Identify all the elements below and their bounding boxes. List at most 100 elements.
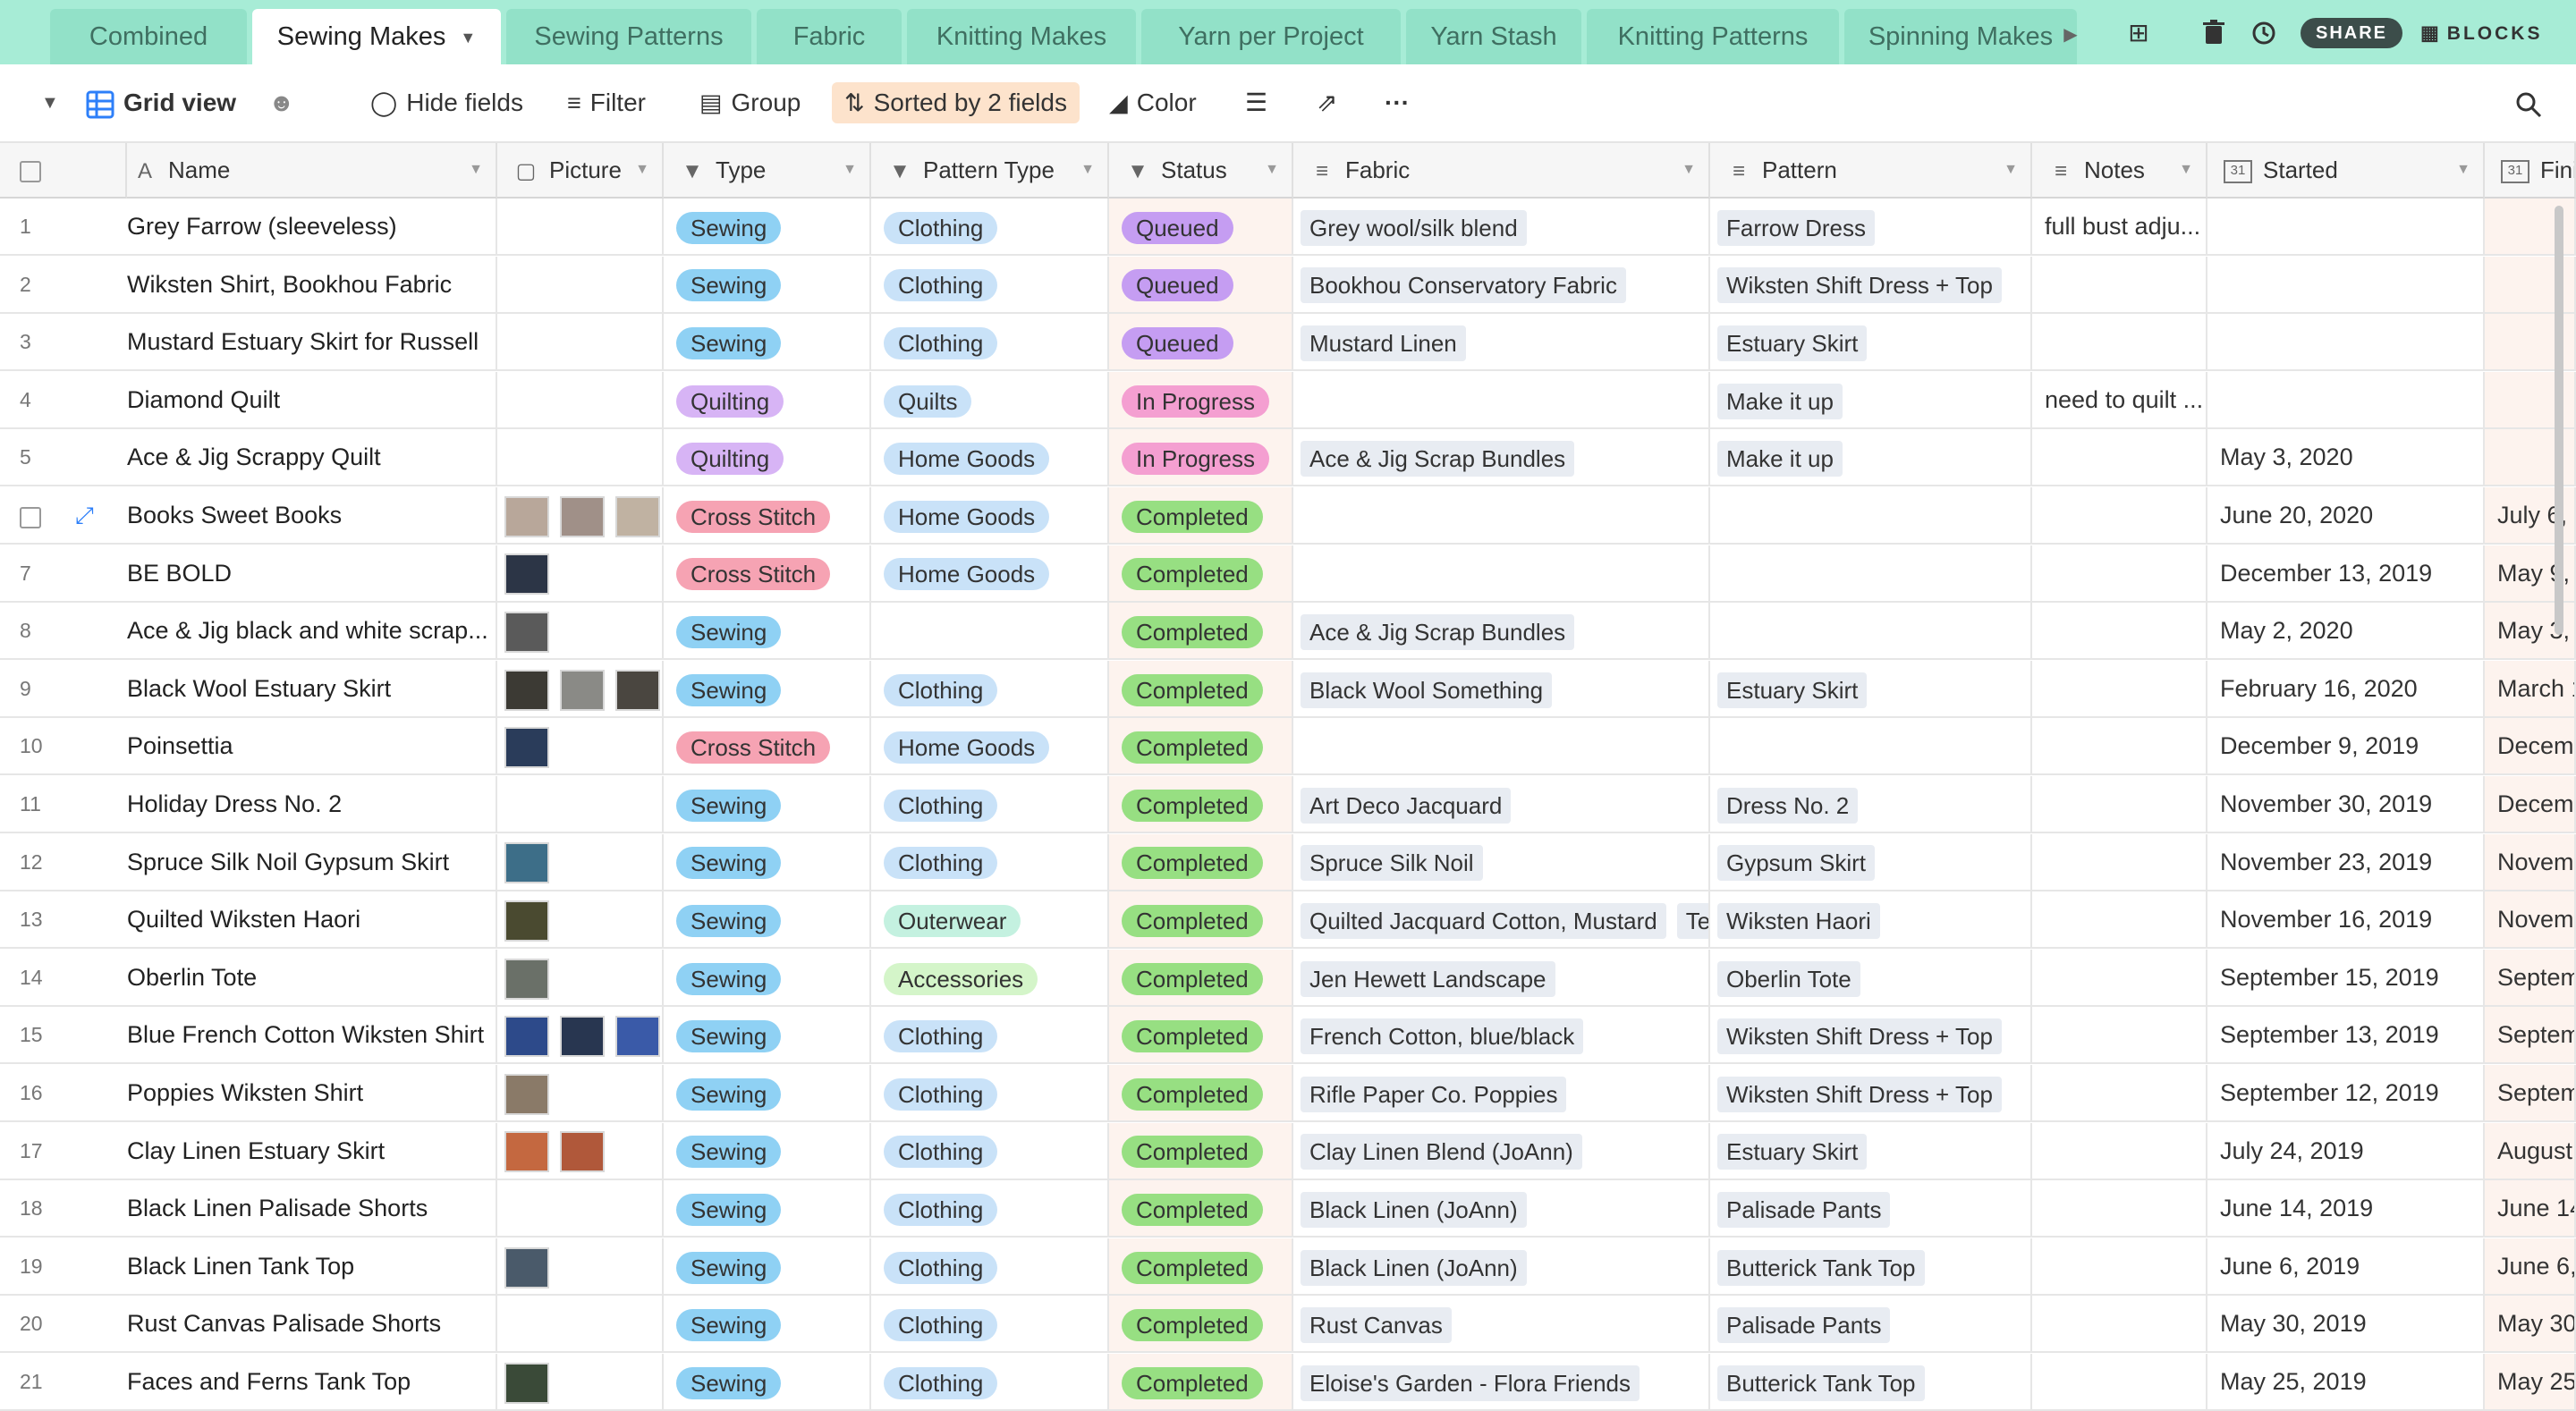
cell-pattern[interactable] xyxy=(1710,718,2032,774)
linked-record-chip[interactable]: Jen Hewett Landscape xyxy=(1301,960,1555,997)
table-row[interactable]: 10 Poinsettia Cross Stitch Home Goods Comple… xyxy=(0,718,2576,776)
cell-ptype[interactable]: Home Goods xyxy=(871,545,1109,601)
blocks-button[interactable]: ▦ BLOCKS xyxy=(2420,18,2542,48)
cell-finished[interactable]: May 25, 2019 xyxy=(2485,1354,2576,1409)
column-menu-chevron-icon[interactable]: ▼ xyxy=(1265,143,1279,197)
column-header-started[interactable]: 31 Started ▼ xyxy=(2207,143,2485,199)
picture-thumbnail[interactable] xyxy=(560,495,605,537)
add-table-icon[interactable]: ⊞ xyxy=(2125,20,2152,46)
cell-finished[interactable]: September 14, 2019 xyxy=(2485,1007,2576,1063)
cell-pattern[interactable]: Wiksten Shift Dress + Top xyxy=(1710,256,2032,312)
linked-record-chip[interactable]: Art Deco Jacquard xyxy=(1301,787,1512,824)
cell-type[interactable]: Sewing xyxy=(664,833,871,890)
table-row[interactable]: 21 Faces and Ferns Tank Top Sewing Clothing… xyxy=(0,1354,2576,1411)
cell-pics[interactable] xyxy=(497,660,664,716)
linked-record-chip[interactable]: Rust Canvas xyxy=(1301,1307,1452,1344)
linked-record-chip[interactable]: Oberlin Tote xyxy=(1717,960,1860,997)
cell-status[interactable]: Completed xyxy=(1109,1007,1293,1063)
sort-button[interactable]: ⇅ Sorted by 2 fields xyxy=(832,82,1080,123)
cell-started[interactable]: June 6, 2019 xyxy=(2207,1238,2485,1294)
cell-status[interactable]: Completed xyxy=(1109,1180,1293,1237)
cell-status[interactable]: Completed xyxy=(1109,718,1293,774)
linked-record-chip[interactable]: Dress No. 2 xyxy=(1717,787,1859,824)
cell-fabric[interactable]: French Cotton, blue/black xyxy=(1293,1007,1710,1063)
cell-pattern[interactable]: Dress No. 2 xyxy=(1710,776,2032,832)
linked-record-chip[interactable]: Palisade Pants xyxy=(1717,1307,1891,1344)
cell-finished[interactable]: November 24, 2019 xyxy=(2485,833,2576,890)
cell-started[interactable]: June 20, 2020 xyxy=(2207,487,2485,543)
table-row[interactable]: 1 Grey Farrow (sleeveless) Sewing Clothing Q… xyxy=(0,199,2576,256)
tab-knitting-makes[interactable]: Knitting Makes xyxy=(907,9,1136,64)
cell-notes[interactable] xyxy=(2032,603,2207,659)
cell-name[interactable]: Spruce Silk Noil Gypsum Skirt xyxy=(127,833,497,890)
cell-name[interactable]: Wiksten Shirt, Bookhou Fabric xyxy=(127,256,497,312)
picture-thumbnail[interactable] xyxy=(504,1362,549,1404)
cell-ptype[interactable]: Outerwear xyxy=(871,891,1109,948)
linked-record-chip[interactable]: Make it up xyxy=(1717,441,1843,477)
column-menu-chevron-icon[interactable]: ▼ xyxy=(2456,143,2470,197)
cell-pics[interactable] xyxy=(497,371,664,427)
cell-status[interactable]: Completed xyxy=(1109,949,1293,1005)
tab-spinning-makes[interactable]: Spinning Makes xyxy=(1844,9,2077,64)
cell-finished[interactable]: December 12, 2019 xyxy=(2485,718,2576,774)
column-header-picture[interactable]: ▢ Picture ▼ xyxy=(497,143,664,199)
cell-type[interactable]: Cross Stitch xyxy=(664,487,871,543)
cell-started[interactable]: May 2, 2020 xyxy=(2207,603,2485,659)
cell-type[interactable]: Cross Stitch xyxy=(664,545,871,601)
cell-pics[interactable] xyxy=(497,776,664,832)
chevron-right-icon[interactable]: ▶ xyxy=(2057,21,2084,48)
cell-name[interactable]: Holiday Dress No. 2 xyxy=(127,776,497,832)
linked-record-chip[interactable]: Quilted Jacquard Cotton, Mustard xyxy=(1301,903,1666,940)
cell-name[interactable]: Faces and Ferns Tank Top xyxy=(127,1354,497,1409)
cell-ptype[interactable]: Clothing xyxy=(871,776,1109,832)
cell-ptype[interactable]: Clothing xyxy=(871,1065,1109,1120)
linked-record-chip[interactable]: Rifle Paper Co. Poppies xyxy=(1301,1076,1567,1112)
column-header-pattern-type[interactable]: ▼ Pattern Type ▼ xyxy=(871,143,1109,199)
cell-num[interactable]: 7 xyxy=(0,545,127,601)
cell-notes[interactable] xyxy=(2032,833,2207,890)
cell-fabric[interactable]: Eloise's Garden - Flora Friends xyxy=(1293,1354,1710,1409)
cell-type[interactable]: Sewing xyxy=(664,1238,871,1294)
picture-thumbnail[interactable] xyxy=(504,1016,549,1058)
cell-fabric[interactable]: Black Wool Something xyxy=(1293,660,1710,716)
cell-started[interactable] xyxy=(2207,371,2485,427)
cell-notes[interactable] xyxy=(2032,429,2207,486)
picture-thumbnail[interactable] xyxy=(504,612,549,654)
picture-thumbnail[interactable] xyxy=(560,669,605,711)
cell-status[interactable]: In Progress xyxy=(1109,429,1293,486)
column-header-notes[interactable]: ≡ Notes ▼ xyxy=(2032,143,2207,199)
column-menu-chevron-icon[interactable]: ▼ xyxy=(843,143,857,197)
cell-pattern[interactable]: Farrow Dress xyxy=(1710,199,2032,254)
cell-name[interactable]: Blue French Cotton Wiksten Shirt xyxy=(127,1007,497,1063)
tab-knitting-patterns[interactable]: Knitting Patterns xyxy=(1587,9,1839,64)
cell-notes[interactable] xyxy=(2032,776,2207,832)
group-button[interactable]: ▤ Group xyxy=(699,82,801,123)
picture-thumbnail[interactable] xyxy=(615,1016,660,1058)
column-menu-chevron-icon[interactable]: ▼ xyxy=(2004,143,2018,197)
cell-name[interactable]: Black Linen Palisade Shorts xyxy=(127,1180,497,1237)
cell-fabric[interactable] xyxy=(1293,487,1710,543)
cell-pics[interactable] xyxy=(497,314,664,370)
table-row[interactable]: 14 Oberlin Tote Sewing Accessories Completed… xyxy=(0,949,2576,1007)
cell-pics[interactable] xyxy=(497,199,664,254)
table-row[interactable]: 9 Black Wool Estuary Skirt Sewing Clothing C… xyxy=(0,660,2576,718)
cell-ptype[interactable]: Home Goods xyxy=(871,487,1109,543)
cell-name[interactable]: Poinsettia xyxy=(127,718,497,774)
cell-started[interactable]: December 9, 2019 xyxy=(2207,718,2485,774)
cell-ptype[interactable]: Clothing xyxy=(871,1122,1109,1179)
table-row[interactable]: 17 Clay Linen Estuary Skirt Sewing Clothing… xyxy=(0,1122,2576,1180)
column-menu-chevron-icon[interactable]: ▼ xyxy=(469,143,483,197)
column-header-finis[interactable]: 31 Finis xyxy=(2485,143,2576,199)
cell-name[interactable]: Diamond Quilt xyxy=(127,371,497,427)
linked-record-chip[interactable]: Farrow Dress xyxy=(1717,209,1876,246)
cell-ptype[interactable] xyxy=(871,603,1109,659)
linked-record-chip[interactable]: Black Linen (JoAnn) xyxy=(1301,1192,1527,1229)
linked-record-chip[interactable]: French Cotton, blue/black xyxy=(1301,1018,1584,1055)
cell-pattern[interactable]: Palisade Pants xyxy=(1710,1180,2032,1237)
cell-ptype[interactable]: Quilts xyxy=(871,371,1109,427)
cell-fabric[interactable]: Bookhou Conservatory Fabric xyxy=(1293,256,1710,312)
tab-yarn-per-project[interactable]: Yarn per Project xyxy=(1141,9,1401,64)
cell-num[interactable]: 20 xyxy=(0,1296,127,1351)
cell-ptype[interactable]: Clothing xyxy=(871,1354,1109,1409)
cell-pics[interactable] xyxy=(497,949,664,1005)
